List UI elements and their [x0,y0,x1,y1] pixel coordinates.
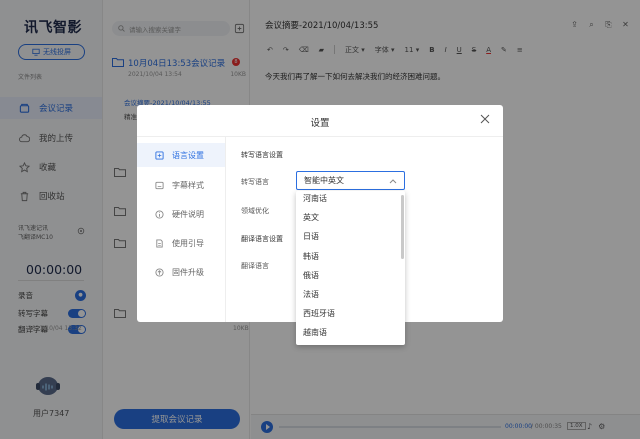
settings-tab-subtitle-style[interactable]: 字幕样式 [137,173,225,197]
translate-language-label: 翻译语言 [241,262,269,270]
section-translate-title: 翻译语言设置 [241,235,283,243]
dropdown-option[interactable]: 韩语 [296,247,397,266]
dropdown-option[interactable]: 越南语 [296,323,397,342]
settings-tab-firmware[interactable]: 固件升级 [137,260,225,284]
close-icon[interactable] [480,114,490,124]
chevron-up-icon [389,178,397,183]
dropdown-option[interactable]: 英文 [296,208,397,227]
settings-tab-label: 硬件说明 [172,209,204,219]
subtitle-icon [155,181,164,189]
settings-tab-guide[interactable]: 使用引导 [137,231,225,255]
dropdown-option[interactable]: 俄语 [296,266,397,285]
dropdown-option[interactable]: 法语 [296,285,397,304]
settings-tab-label: 使用引导 [172,238,204,248]
dialog-title: 设置 [310,118,330,129]
guide-icon [156,238,163,248]
settings-tab-label: 字幕样式 [172,180,204,190]
settings-tab-language[interactable]: 语言设置 [137,143,225,167]
transcribe-language-label: 转写语言 [241,178,269,186]
select-value: 智能中英文 [304,176,344,185]
settings-tab-hardware[interactable]: 硬件说明 [137,202,225,226]
dropdown-option[interactable]: 日语 [296,227,397,246]
info-icon [155,209,164,219]
settings-tab-label: 固件升级 [172,267,204,277]
dropdown-option[interactable]: 河南话 [296,191,397,208]
section-transcribe-title: 转写语言设置 [241,151,283,159]
upgrade-icon [155,267,164,277]
dropdown-scrollbar[interactable] [401,195,404,259]
settings-nav: 语言设置 字幕样式 硬件说明 使用引导 固件升级 [137,137,226,322]
dropdown-option[interactable]: 西班牙语 [296,304,397,323]
language-dropdown: 河南话 英文 日语 韩语 俄语 法语 西班牙语 越南语 [296,191,405,345]
domain-optimization-label: 领域优化 [241,207,269,215]
language-icon [155,150,164,160]
transcribe-language-select[interactable]: 智能中英文 [296,171,405,190]
settings-tab-label: 语言设置 [172,150,204,160]
